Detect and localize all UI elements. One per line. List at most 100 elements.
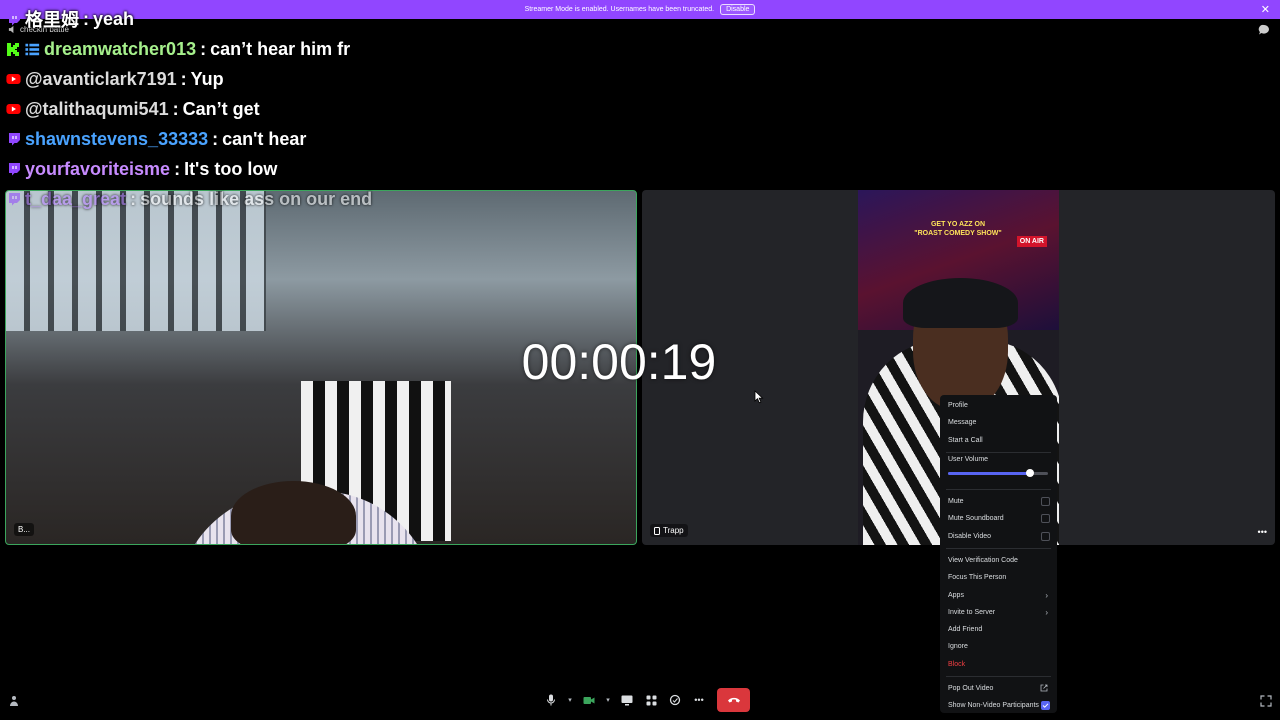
phone-icon [654,526,660,535]
chat-message: yourfavoriteisme: It's too low [6,154,372,184]
more-controls-button[interactable]: ••• [688,689,710,711]
fullscreen-icon[interactable] [1260,695,1272,707]
chat-text: can’t hear him fr [210,38,351,59]
chat-text: It's too low [184,158,278,179]
twitch-badge-icon [6,12,21,27]
twitch-badge-icon [6,132,21,147]
user-volume-fill [948,471,1030,475]
external-link-icon [1040,684,1048,694]
menu-item-apps-label: Apps [948,591,964,599]
chat-username: @talithaqumi541 [25,98,169,119]
checkbox-icon[interactable] [1041,531,1050,541]
voice-activity-icon[interactable] [8,695,20,707]
chat-separator: : [130,188,137,209]
user-volume-control: User Volume [940,456,1057,486]
user-context-menu: Profile Message Start a Call User Volume Mut… [940,395,1057,713]
menu-item-message[interactable]: Message [940,414,1057,431]
menu-item-mute-soundboard-label: Mute Soundboard [948,515,1004,523]
chat-separator: : [180,68,187,89]
camera-options-chevron-icon[interactable]: ▾ [602,689,614,711]
menu-item-mute-label: Mute [948,498,964,506]
poster-line1: GET YO AZZ ON [930,221,986,228]
menu-item-message-label: Message [948,419,977,427]
menu-item-pop-out-video-label: Pop Out Video [948,685,994,692]
hang-up-icon [727,697,740,703]
twitch-badge-icon [6,162,21,177]
user-volume-slider[interactable] [948,468,1048,477]
menu-item-start-a-call-label: Start a Call [948,436,983,444]
chevron-right-icon: › [1045,607,1048,617]
menu-item-block[interactable]: Block [940,656,1057,673]
more-options-icon[interactable]: ••• [1258,527,1267,537]
chat-message: dreamwatcher013: can’t hear him fr [6,34,372,64]
chat-message: 格里姆: yeah [6,4,372,34]
camera-icon [583,696,595,704]
checkbox-icon[interactable] [1041,497,1050,507]
menu-item-start-a-call[interactable]: Start a Call [940,432,1057,449]
menu-item-view-verification-code[interactable]: View Verification Code [940,552,1057,569]
menu-item-apps[interactable]: Apps › [940,586,1057,603]
checkbox-icon[interactable] [1041,514,1050,524]
activities-icon [646,695,656,705]
screen-share-icon [621,695,633,705]
menu-item-disable-video[interactable]: Disable Video [940,527,1057,544]
participant-cap [903,278,1018,328]
chat-message: @avanticlark7191: Yup [6,64,372,94]
menu-item-block-label: Block [948,660,966,668]
menu-item-profile[interactable]: Profile [940,397,1057,414]
chat-text: can't hear [222,128,307,149]
chat-username: shawnstevens_33333 [25,128,209,149]
ellipsis-icon: ••• [694,695,704,705]
chat-text: sounds like ass on our end [140,188,373,209]
menu-divider [946,488,1051,490]
menu-item-invite-to-server[interactable]: Invite to Server › [940,604,1057,621]
menu-item-add-friend-label: Add Friend [948,626,983,634]
disconnect-button[interactable] [717,688,750,712]
screen-share-button[interactable] [616,689,638,711]
menu-item-invite-to-server-label: Invite to Server [948,608,996,616]
menu-item-focus-this-person[interactable]: Focus This Person [940,569,1057,586]
list-badge-icon [25,42,40,57]
disable-streamer-mode-button[interactable]: Disable [720,4,756,15]
participant-name-right-text: Trapp [663,526,684,535]
menu-item-disable-video-label: Disable Video [948,532,992,540]
soundboard-icon [669,694,681,706]
menu-item-mute[interactable]: Mute [940,493,1057,510]
camera-button[interactable] [578,689,600,711]
twitch-badge-icon [6,192,21,207]
youtube-badge-icon [6,72,21,87]
chat-username: yourfavoriteisme [25,158,171,179]
chat-text: Yup [190,68,224,89]
checkbox-icon[interactable] [1041,701,1050,711]
chat-username: t_daa_great [25,188,127,209]
stream-timer: 00:00:19 [521,334,717,390]
chat-text: yeah [93,8,135,29]
call-controls: ▾ ▾ ••• [540,688,710,712]
close-banner-icon[interactable]: ✕ [1261,3,1270,16]
menu-item-add-friend[interactable]: Add Friend [940,621,1057,638]
activities-button[interactable] [640,689,662,711]
chat-username: @avanticlark7191 [25,68,177,89]
user-volume-handle[interactable] [1026,468,1034,477]
mouse-cursor-icon [754,390,764,404]
participant-name-left: B... [14,523,35,536]
microphone-button[interactable] [540,689,562,711]
menu-item-mute-soundboard[interactable]: Mute Soundboard [940,510,1057,527]
mic-options-chevron-icon[interactable]: ▾ [564,689,576,711]
chat-separator: : [83,8,89,29]
chat-separator: : [172,98,179,119]
menu-item-ignore[interactable]: Ignore [940,638,1057,655]
chat-separator: : [174,158,181,179]
chevron-right-icon: › [1045,590,1048,600]
menu-item-show-non-video-participants[interactable]: Show Non-Video Participants [940,697,1057,714]
microphone-icon [547,694,555,706]
menu-divider [946,547,1051,549]
menu-divider [946,451,1051,453]
chat-bubble-icon[interactable] [1258,24,1270,36]
menu-item-focus-this-person-label: Focus This Person [948,574,1007,582]
on-air-sign: ON AIR [1016,236,1047,247]
menu-item-pop-out-video[interactable]: Pop Out Video [940,680,1057,697]
soundboard-button[interactable] [664,689,686,711]
streamer-mode-text: Streamer Mode is enabled. Usernames have… [524,6,715,13]
streamer-hair [231,481,356,544]
